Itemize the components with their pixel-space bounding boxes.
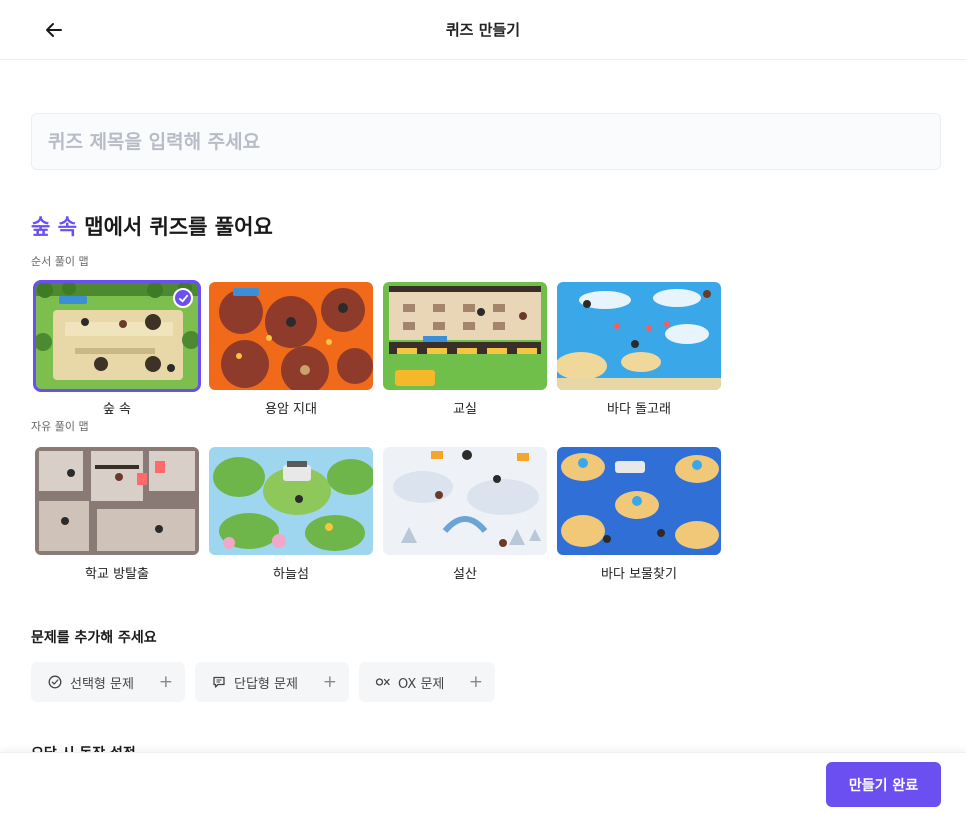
chip-label: OX 문제 xyxy=(398,676,445,692)
lava-map-thumbnail xyxy=(209,282,373,390)
plus-icon: + xyxy=(468,671,483,692)
add-ox-question-button[interactable]: OX 문제 + xyxy=(359,662,495,702)
ordered-map-group-label: 순서 풀이 맵 xyxy=(31,255,89,268)
free-map-group-label: 자유 풀이 맵 xyxy=(31,420,89,433)
add-questions-heading: 문제를 추가해 주세요 xyxy=(31,630,157,646)
ox-icon xyxy=(375,674,391,690)
sky-island-map-thumbnail xyxy=(209,447,373,555)
map-name: 하늘섬 xyxy=(273,567,309,582)
map-card-sea-treasure[interactable]: 바다 보물찾기 xyxy=(557,447,721,582)
chip-label: 선택형 문제 xyxy=(70,676,134,692)
footer-bar: 만들기 완료 xyxy=(0,752,966,813)
map-name: 바다 돌고래 xyxy=(607,402,671,417)
school-escape-map-thumbnail xyxy=(35,447,199,555)
map-name: 숲 속 xyxy=(102,402,132,417)
add-short-answer-button[interactable]: 단답형 문제 + xyxy=(195,662,349,702)
map-card-classroom[interactable]: 교실 xyxy=(383,282,547,417)
map-name: 학교 방탈출 xyxy=(85,567,149,582)
speech-bubble-icon xyxy=(211,674,227,690)
create-complete-button[interactable]: 만들기 완료 xyxy=(826,762,941,807)
map-card-school-escape[interactable]: 학교 방탈출 xyxy=(35,447,199,582)
map-name: 바다 보물찾기 xyxy=(601,567,677,582)
map-section-heading-rest: 맵에서 퀴즈를 풀어요 xyxy=(76,215,273,239)
plus-icon: + xyxy=(322,671,337,692)
selected-map-name: 숲 속 xyxy=(31,215,77,239)
map-name: 용암 지대 xyxy=(265,402,317,417)
sea-dolphin-map-thumbnail xyxy=(557,282,721,390)
classroom-map-thumbnail xyxy=(383,282,547,390)
map-section-heading: 숲 속 맵에서 퀴즈를 풀어요 xyxy=(31,211,273,241)
selected-check-badge xyxy=(173,288,193,308)
header-bar: 퀴즈 만들기 xyxy=(0,0,966,60)
map-name: 교실 xyxy=(453,402,477,417)
forest-map-thumbnail xyxy=(33,280,201,392)
snow-mountain-map-thumbnail xyxy=(383,447,547,555)
sea-treasure-map-thumbnail xyxy=(557,447,721,555)
plus-icon: + xyxy=(158,671,173,692)
check-circle-icon xyxy=(47,674,63,690)
map-card-sea-dolphin[interactable]: 바다 돌고래 xyxy=(557,282,721,417)
quiz-title-input[interactable] xyxy=(31,113,941,170)
check-icon xyxy=(178,294,188,302)
map-card-lava[interactable]: 용암 지대 xyxy=(209,282,373,417)
chip-label: 단답형 문제 xyxy=(234,676,298,692)
page-title: 퀴즈 만들기 xyxy=(445,21,521,39)
map-card-forest[interactable]: 숲 속 xyxy=(33,280,201,417)
add-multiple-choice-button[interactable]: 선택형 문제 + xyxy=(31,662,185,702)
map-card-snow-mountain[interactable]: 설산 xyxy=(383,447,547,582)
map-card-sky-island[interactable]: 하늘섬 xyxy=(209,447,373,582)
map-name: 설산 xyxy=(453,567,477,582)
